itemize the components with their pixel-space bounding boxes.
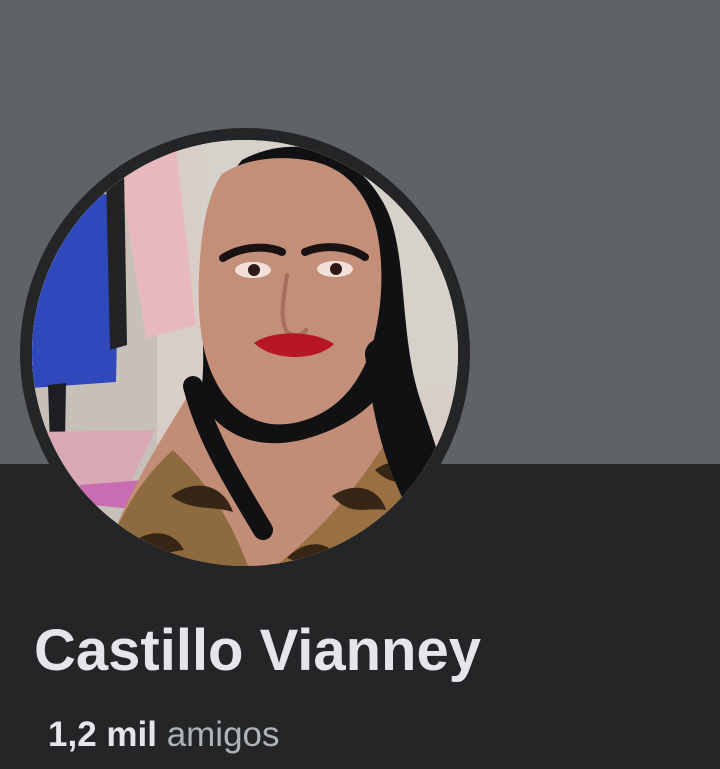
profile-photo-illustration [32, 140, 458, 566]
friends-count: 1,2 mil [48, 715, 157, 754]
friends-summary[interactable]: 1,2 mil amigos [48, 714, 280, 756]
profile-name: Castillo Vianney [34, 618, 481, 683]
profile-avatar[interactable] [20, 128, 470, 578]
friends-label: amigos [166, 715, 280, 754]
avatar-photo [32, 140, 458, 566]
